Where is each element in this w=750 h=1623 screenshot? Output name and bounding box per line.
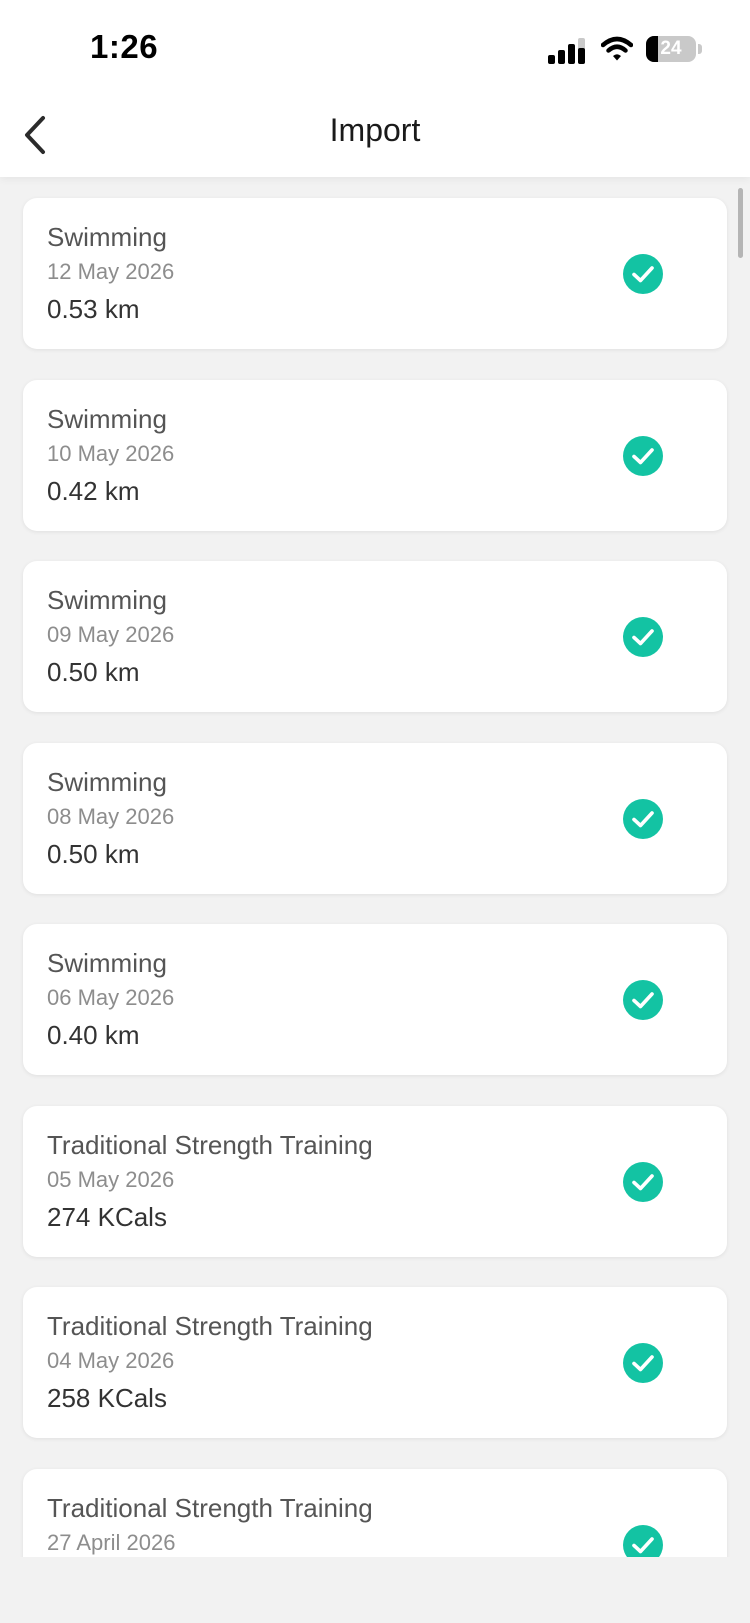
checkmark-icon[interactable]	[623, 980, 663, 1020]
bottom-safe-area	[0, 1557, 750, 1623]
page-title: Import	[329, 112, 421, 148]
checkmark-icon[interactable]	[623, 1343, 663, 1383]
status-time: 1:26	[90, 28, 159, 65]
activity-date: 04 May 2026	[47, 1348, 175, 1373]
activity-value: 0.40 km	[47, 1020, 140, 1050]
checkmark-icon[interactable]	[623, 436, 663, 476]
import-list-item[interactable]: Swimming 09 May 2026 0.50 km	[23, 561, 727, 712]
checkmark-icon[interactable]	[623, 617, 663, 657]
scrollbar[interactable]	[738, 188, 743, 258]
activity-date: 27 April 2026	[47, 1530, 176, 1555]
import-list-item[interactable]: Swimming 06 May 2026 0.40 km	[23, 924, 727, 1075]
activity-value: 274 KCals	[47, 1202, 167, 1232]
activity-date: 10 May 2026	[47, 441, 175, 466]
battery-icon: 24	[646, 36, 702, 62]
import-list-item[interactable]: Traditional Strength Training 27 April 20…	[23, 1469, 727, 1557]
import-list: Swimming 12 May 2026 0.53 km Swimming 10 May…	[0, 177, 750, 1557]
battery-level: 24	[660, 38, 682, 59]
activity-title: Traditional Strength Training	[47, 1311, 373, 1341]
activity-date: 05 May 2026	[47, 1167, 175, 1192]
activity-title: Traditional Strength Training	[47, 1130, 373, 1160]
activity-date: 08 May 2026	[47, 804, 175, 829]
import-list-item[interactable]: Swimming 12 May 2026 0.53 km	[23, 198, 727, 349]
cellular-signal-icon	[548, 38, 585, 64]
activity-value: 0.50 km	[47, 657, 140, 687]
activity-value: 0.42 km	[47, 476, 140, 506]
wifi-icon	[601, 36, 633, 61]
checkmark-icon[interactable]	[623, 799, 663, 839]
activity-title: Traditional Strength Training	[47, 1493, 373, 1523]
import-list-item[interactable]: Swimming 10 May 2026 0.42 km	[23, 380, 727, 531]
activity-date: 06 May 2026	[47, 985, 175, 1010]
activity-date: 12 May 2026	[47, 259, 175, 284]
activity-title: Swimming	[47, 767, 167, 797]
activity-date: 09 May 2026	[47, 622, 175, 647]
navigation-bar: Import	[0, 100, 750, 177]
activity-value: 0.53 km	[47, 294, 140, 324]
activity-title: Swimming	[47, 404, 167, 434]
activity-value: 0.50 km	[47, 839, 140, 869]
import-list-item[interactable]: Traditional Strength Training 04 May 2026…	[23, 1287, 727, 1438]
import-list-item[interactable]: Traditional Strength Training 05 May 2026…	[23, 1106, 727, 1257]
activity-title: Swimming	[47, 948, 167, 978]
activity-title: Swimming	[47, 585, 167, 615]
import-list-item[interactable]: Swimming 08 May 2026 0.50 km	[23, 743, 727, 894]
checkmark-icon[interactable]	[623, 1162, 663, 1202]
checkmark-icon[interactable]	[623, 1525, 663, 1557]
checkmark-icon[interactable]	[623, 254, 663, 294]
activity-title: Swimming	[47, 222, 167, 252]
top-bar: 1:26 24 Import	[0, 0, 750, 177]
status-bar: 1:26 24	[0, 0, 750, 100]
activity-value: 258 KCals	[47, 1383, 167, 1413]
